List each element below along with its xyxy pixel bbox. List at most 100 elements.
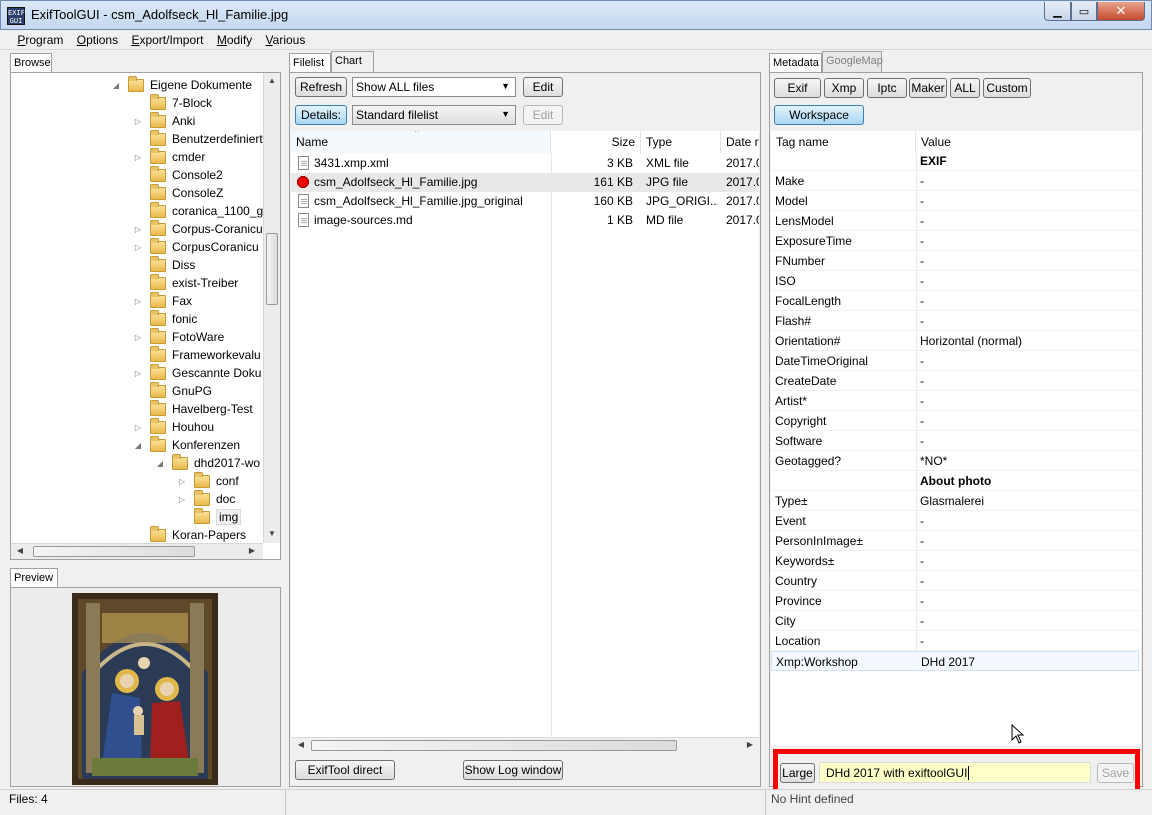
expand-arrow-icon[interactable]: ◢ bbox=[111, 81, 121, 90]
file-row[interactable]: 3431.xmp.xml 3 KB XML file 2017.0 bbox=[291, 154, 759, 173]
tree-folder-item[interactable]: 7-Block bbox=[133, 93, 212, 112]
metadata-row[interactable]: LensModel - bbox=[771, 211, 1139, 231]
metadata-row[interactable]: Make - bbox=[771, 171, 1139, 191]
show-log-button[interactable]: Show Log window bbox=[463, 760, 563, 780]
filelist-hscroll-thumb[interactable] bbox=[311, 740, 677, 751]
menu-modify[interactable]: Modify bbox=[212, 30, 257, 47]
expand-arrow-icon[interactable]: ▷ bbox=[177, 495, 187, 504]
value-edit-input[interactable]: DHd 2017 with exiftoolGUI bbox=[819, 762, 1091, 783]
metadata-group-header[interactable]: About photo bbox=[771, 471, 1139, 491]
metadata-row[interactable]: Location - bbox=[771, 631, 1139, 651]
tree-scroll-thumb[interactable] bbox=[266, 233, 278, 305]
expand-arrow-icon[interactable]: ▷ bbox=[133, 333, 143, 342]
tree-folder-item[interactable]: ◢ dhd2017-wo bbox=[155, 453, 260, 472]
column-date[interactable]: Date n bbox=[721, 131, 759, 153]
metadata-row[interactable]: Model - bbox=[771, 191, 1139, 211]
tree-folder-item[interactable]: ▷ FotoWare bbox=[133, 327, 224, 346]
scroll-right-icon[interactable]: ▶ bbox=[745, 740, 755, 749]
tree-folder-item[interactable]: ▷ conf bbox=[177, 471, 239, 490]
metadata-row[interactable]: Orientation# Horizontal (normal) bbox=[771, 331, 1139, 351]
file-row[interactable]: csm_Adolfseck_Hl_Familie.jpg 161 KB JPG fi… bbox=[291, 173, 759, 192]
metadata-row[interactable]: DateTimeOriginal - bbox=[771, 351, 1139, 371]
metadata-row[interactable]: Copyright - bbox=[771, 411, 1139, 431]
maximize-button[interactable]: ▭ bbox=[1071, 2, 1097, 21]
column-tag-name[interactable]: Tag name bbox=[771, 131, 916, 153]
tree-folder-item[interactable]: ◢ Eigene Dokumente bbox=[111, 75, 252, 94]
scroll-left-icon[interactable]: ◀ bbox=[296, 740, 306, 749]
column-size[interactable]: Size bbox=[551, 131, 641, 153]
filter-select[interactable]: Show ALL files ▼ bbox=[352, 77, 516, 97]
expand-arrow-icon[interactable]: ▷ bbox=[133, 423, 143, 432]
scroll-left-icon[interactable]: ◀ bbox=[15, 546, 25, 555]
expand-arrow-icon[interactable]: ▷ bbox=[133, 243, 143, 252]
metadata-row[interactable]: Geotagged? *NO* bbox=[771, 451, 1139, 471]
metadata-row[interactable]: ISO - bbox=[771, 271, 1139, 291]
exiftool-direct-button[interactable]: ExifTool direct bbox=[295, 760, 395, 780]
expand-arrow-icon[interactable]: ◢ bbox=[133, 441, 143, 450]
refresh-button[interactable]: Refresh bbox=[295, 77, 347, 97]
tree-folder-item[interactable]: ▷ Anki bbox=[133, 111, 195, 130]
scroll-down-icon[interactable]: ▼ bbox=[267, 529, 277, 538]
all-button[interactable]: ALL bbox=[950, 78, 980, 98]
metadata-row[interactable]: ExposureTime - bbox=[771, 231, 1139, 251]
metadata-row[interactable]: Software - bbox=[771, 431, 1139, 451]
maker-button[interactable]: Maker bbox=[909, 78, 947, 98]
tab-filelist[interactable]: Filelist bbox=[289, 53, 331, 73]
xmp-button[interactable]: Xmp bbox=[824, 78, 864, 98]
tree-folder-item[interactable]: Frameworkevalu bbox=[133, 345, 261, 364]
metadata-row[interactable]: Artist* - bbox=[771, 391, 1139, 411]
minimize-button[interactable]: ▁ bbox=[1044, 2, 1071, 21]
metadata-row[interactable]: FNumber - bbox=[771, 251, 1139, 271]
view-select[interactable]: Standard filelist ▼ bbox=[352, 105, 516, 125]
metadata-row[interactable]: Country - bbox=[771, 571, 1139, 591]
file-row[interactable]: image-sources.md 1 KB MD file 2017.0 bbox=[291, 211, 759, 230]
tree-folder-item[interactable]: Koran-Papers bbox=[133, 525, 246, 543]
tab-chart[interactable]: Chart bbox=[331, 51, 374, 73]
tab-browse[interactable]: Browse bbox=[10, 53, 52, 73]
tab-googlemap[interactable]: GoogleMap bbox=[822, 51, 883, 73]
metadata-row[interactable]: Type± Glasmalerei bbox=[771, 491, 1139, 511]
close-button[interactable]: ✕ bbox=[1097, 2, 1145, 21]
tree-folder-item[interactable]: ▷ CorpusCoranicu bbox=[133, 237, 259, 256]
tree-folder-item[interactable]: ◢ Konferenzen bbox=[133, 435, 240, 454]
tree-folder-item[interactable]: Benutzerdefiniert bbox=[133, 129, 263, 148]
menu-options[interactable]: Options bbox=[72, 30, 123, 47]
tree-folder-item[interactable]: exist-Treiber bbox=[133, 273, 238, 292]
tree-hscroll-thumb[interactable] bbox=[33, 546, 195, 557]
metadata-row[interactable]: Xmp:Workshop DHd 2017 bbox=[771, 651, 1139, 671]
scroll-up-icon[interactable]: ▲ bbox=[267, 76, 277, 85]
tree-folder-item[interactable]: ▷ Gescannte Doku bbox=[133, 363, 261, 382]
column-type[interactable]: Type bbox=[641, 131, 721, 153]
metadata-row[interactable]: Keywords± - bbox=[771, 551, 1139, 571]
tree-folder-item[interactable]: ▷ doc bbox=[177, 489, 235, 508]
iptc-button[interactable]: Iptc bbox=[867, 78, 907, 98]
metadata-row[interactable]: Province - bbox=[771, 591, 1139, 611]
column-value[interactable]: Value bbox=[916, 131, 1141, 153]
tree-horizontal-scrollbar[interactable]: ◀ ▶ bbox=[11, 543, 263, 559]
tree-folder-item[interactable]: ▷ Houhou bbox=[133, 417, 214, 436]
metadata-row[interactable]: Event - bbox=[771, 511, 1139, 531]
tab-preview[interactable]: Preview bbox=[10, 568, 58, 588]
tree-folder-item[interactable]: GnuPG bbox=[133, 381, 212, 400]
file-row[interactable]: csm_Adolfseck_Hl_Familie.jpg_original 160… bbox=[291, 192, 759, 211]
tree-folder-item[interactable]: img bbox=[177, 507, 242, 526]
tree-folder-item[interactable]: ▷ Corpus-Coranicu bbox=[133, 219, 263, 238]
expand-arrow-icon[interactable]: ▷ bbox=[133, 225, 143, 234]
metadata-group-header[interactable]: EXIF bbox=[771, 151, 1139, 171]
edit-filter-button[interactable]: Edit bbox=[523, 77, 563, 97]
workspace-button[interactable]: Workspace bbox=[774, 105, 864, 125]
filelist-horizontal-scrollbar[interactable]: ◀ ▶ bbox=[291, 737, 759, 753]
column-name[interactable]: Name ^ bbox=[291, 131, 551, 153]
expand-arrow-icon[interactable]: ◢ bbox=[155, 459, 165, 468]
details-button[interactable]: Details: bbox=[295, 105, 347, 125]
tree-folder-item[interactable]: fonic bbox=[133, 309, 197, 328]
expand-arrow-icon[interactable]: ▷ bbox=[133, 117, 143, 126]
tree-folder-item[interactable]: ConsoleZ bbox=[133, 183, 223, 202]
metadata-row[interactable]: City - bbox=[771, 611, 1139, 631]
expand-arrow-icon[interactable]: ▷ bbox=[133, 369, 143, 378]
metadata-row[interactable]: Flash# - bbox=[771, 311, 1139, 331]
scroll-right-icon[interactable]: ▶ bbox=[247, 546, 257, 555]
tree-folder-item[interactable]: ▷ cmder bbox=[133, 147, 205, 166]
expand-arrow-icon[interactable]: ▷ bbox=[133, 297, 143, 306]
expand-arrow-icon[interactable]: ▷ bbox=[133, 153, 143, 162]
